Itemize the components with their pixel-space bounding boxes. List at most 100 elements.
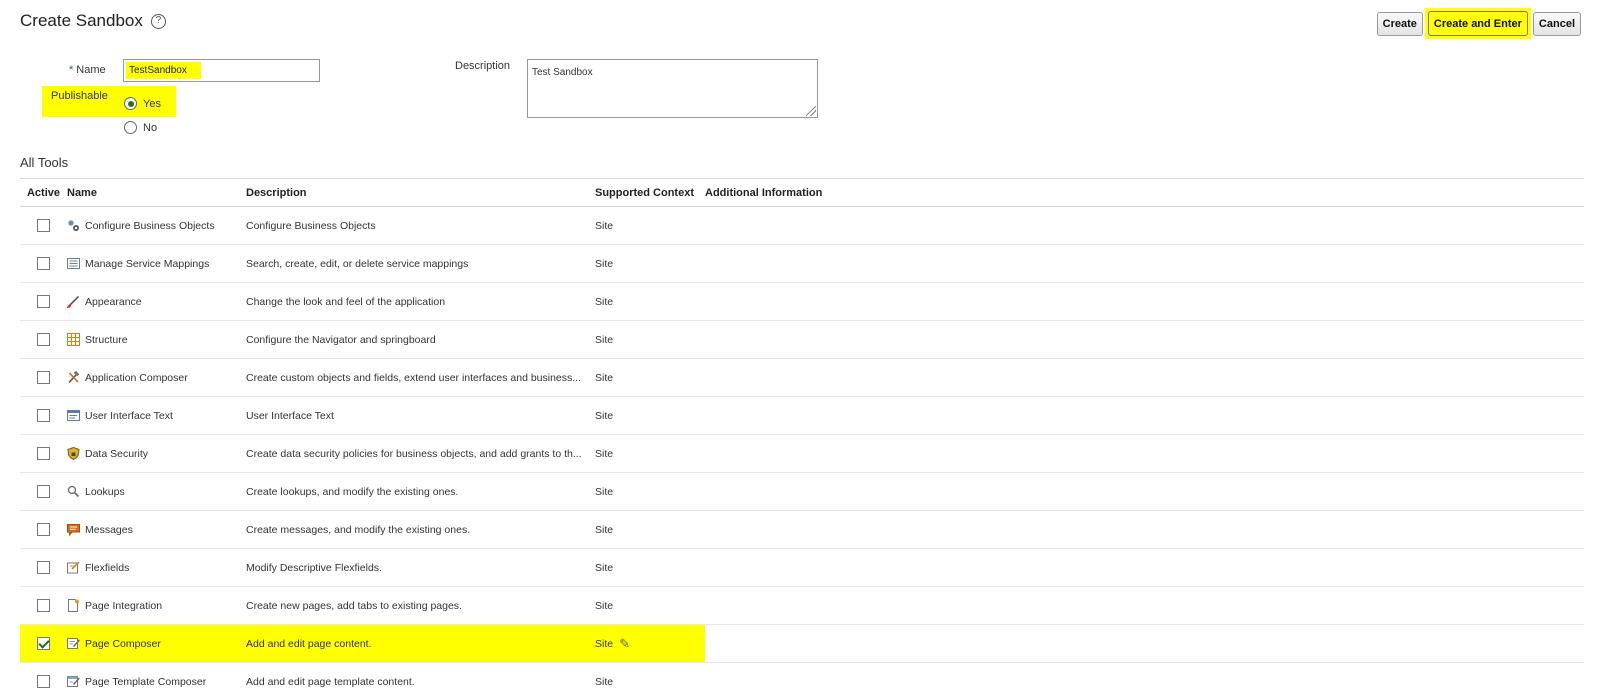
structure-grid-icon bbox=[67, 333, 80, 346]
tool-context: Site bbox=[595, 320, 705, 359]
required-marker: * bbox=[69, 64, 74, 76]
table-row[interactable]: Structure Configure the Navigator and sp… bbox=[20, 320, 1584, 359]
service-mappings-list-icon bbox=[67, 257, 80, 270]
active-checkbox[interactable] bbox=[37, 333, 50, 346]
create-and-enter-button[interactable]: Create and Enter bbox=[1427, 11, 1528, 36]
publishable-label: Publishable bbox=[51, 90, 108, 102]
tool-name: Messages bbox=[85, 523, 133, 536]
table-row[interactable]: Messages Create messages, and modify the… bbox=[20, 510, 1584, 549]
name-label: * Name bbox=[69, 64, 106, 76]
active-checkbox[interactable] bbox=[37, 447, 50, 460]
active-checkbox[interactable] bbox=[37, 637, 50, 650]
create-and-enter-highlight: Create and Enter bbox=[1424, 8, 1531, 39]
tool-name: Page Integration bbox=[85, 599, 163, 612]
tool-description: Search, create, edit, or delete service … bbox=[246, 244, 595, 283]
tool-name: Configure Business Objects bbox=[85, 219, 215, 232]
active-checkbox[interactable] bbox=[37, 295, 50, 308]
active-checkbox[interactable] bbox=[37, 485, 50, 498]
tool-additional-info bbox=[705, 320, 1584, 359]
tool-description: Modify Descriptive Flexfields. bbox=[246, 548, 595, 587]
message-bubble-icon bbox=[67, 523, 80, 537]
name-input-value: TestSandbox bbox=[126, 62, 201, 79]
description-label: Description bbox=[455, 60, 511, 72]
page-integration-icon bbox=[67, 599, 80, 612]
description-textarea[interactable]: Test Sandbox bbox=[527, 59, 818, 118]
resize-handle-icon[interactable] bbox=[806, 106, 816, 116]
column-header-supported-context[interactable]: Supported Context bbox=[595, 178, 705, 207]
active-checkbox[interactable] bbox=[37, 523, 50, 536]
table-row[interactable]: Configure Business Objects Configure Bus… bbox=[20, 206, 1584, 245]
table-row[interactable]: Page Composer Add and edit page content.… bbox=[20, 624, 1584, 663]
tool-description: Create new pages, add tabs to existing p… bbox=[246, 586, 595, 625]
table-row[interactable]: Manage Service Mappings Search, create, … bbox=[20, 244, 1584, 283]
tool-additional-info bbox=[705, 206, 1584, 245]
tool-name: Application Composer bbox=[85, 371, 188, 384]
tool-additional-info bbox=[705, 662, 1584, 697]
tool-additional-info bbox=[705, 548, 1584, 587]
table-row[interactable]: Application Composer Create custom objec… bbox=[20, 358, 1584, 397]
table-row[interactable]: Page Integration Create new pages, add t… bbox=[20, 586, 1584, 625]
name-input[interactable]: TestSandbox bbox=[123, 59, 320, 82]
description-value: Test Sandbox bbox=[532, 67, 593, 78]
tool-description: User Interface Text bbox=[246, 396, 595, 435]
tool-description: Add and edit page template content. bbox=[246, 662, 595, 697]
tools-table: Active Name Description Supported Contex… bbox=[20, 178, 1584, 697]
publishable-yes-label[interactable]: Yes bbox=[143, 98, 161, 110]
column-header-additional-information[interactable]: Additional Information bbox=[705, 178, 1584, 207]
tools-hammer-wrench-icon bbox=[67, 370, 80, 384]
tool-additional-info bbox=[705, 586, 1584, 625]
table-row[interactable]: Lookups Create lookups, and modify the e… bbox=[20, 472, 1584, 511]
security-shield-icon bbox=[67, 446, 80, 461]
publishable-no-label[interactable]: No bbox=[143, 122, 157, 134]
name-label-text: Name bbox=[76, 64, 106, 76]
tool-name: Flexfields bbox=[85, 561, 130, 574]
tool-context: Site bbox=[595, 206, 705, 245]
tool-name: Page Composer bbox=[85, 637, 161, 650]
business-objects-gear-icon bbox=[67, 219, 80, 232]
tool-context: Site bbox=[595, 244, 705, 283]
tool-description: Add and edit page content. bbox=[246, 624, 595, 663]
ui-text-window-icon bbox=[67, 409, 80, 422]
tool-context: Site bbox=[595, 472, 705, 511]
create-button[interactable]: Create bbox=[1376, 11, 1423, 36]
tool-name: Page Template Composer bbox=[85, 675, 207, 688]
tool-context: Site bbox=[595, 282, 705, 321]
table-row[interactable]: Page Template Composer Add and edit page… bbox=[20, 662, 1584, 697]
pencil-icon[interactable]: ✎ bbox=[619, 636, 630, 652]
tool-context: Site bbox=[595, 662, 705, 697]
tool-name: Data Security bbox=[85, 447, 149, 460]
tool-additional-info bbox=[705, 396, 1584, 435]
tool-additional-info bbox=[705, 472, 1584, 511]
table-row[interactable]: Data Security Create data security polic… bbox=[20, 434, 1584, 473]
page-title-text: Create Sandbox bbox=[20, 11, 143, 30]
table-row[interactable]: User Interface Text User Interface Text … bbox=[20, 396, 1584, 435]
tool-description: Create messages, and modify the existing… bbox=[246, 510, 595, 549]
flexfields-edit-icon bbox=[67, 561, 80, 574]
publishable-yes-radio[interactable] bbox=[124, 97, 137, 110]
active-checkbox[interactable] bbox=[37, 675, 50, 688]
help-circle-icon[interactable]: ? bbox=[150, 13, 166, 29]
active-checkbox[interactable] bbox=[37, 561, 50, 574]
header-actions: Create Create and Enter Cancel bbox=[1375, 8, 1581, 39]
active-checkbox[interactable] bbox=[37, 257, 50, 270]
column-header-active[interactable]: Active bbox=[20, 178, 67, 207]
table-row[interactable]: Flexfields Modify Descriptive Flexfields… bbox=[20, 548, 1584, 587]
tool-description: Create data security policies for busine… bbox=[246, 434, 595, 473]
tool-name: Lookups bbox=[85, 485, 125, 498]
publishable-no-radio[interactable] bbox=[124, 121, 137, 134]
active-checkbox[interactable] bbox=[37, 599, 50, 612]
active-checkbox[interactable] bbox=[37, 219, 50, 232]
page-title: Create Sandbox ? bbox=[20, 11, 166, 31]
tool-description: Configure Business Objects bbox=[246, 206, 595, 245]
cancel-button[interactable]: Cancel bbox=[1532, 11, 1581, 36]
tool-name: Structure bbox=[85, 333, 128, 346]
tool-context: Site bbox=[595, 637, 614, 650]
active-checkbox[interactable] bbox=[37, 409, 50, 422]
table-row[interactable]: Appearance Change the look and feel of t… bbox=[20, 282, 1584, 321]
tool-description: Create custom objects and fields, extend… bbox=[246, 358, 595, 397]
tool-context: Site bbox=[595, 510, 705, 549]
active-checkbox[interactable] bbox=[37, 371, 50, 384]
column-header-description[interactable]: Description bbox=[246, 178, 595, 207]
tool-context: Site bbox=[595, 586, 705, 625]
column-header-name[interactable]: Name bbox=[67, 178, 246, 207]
